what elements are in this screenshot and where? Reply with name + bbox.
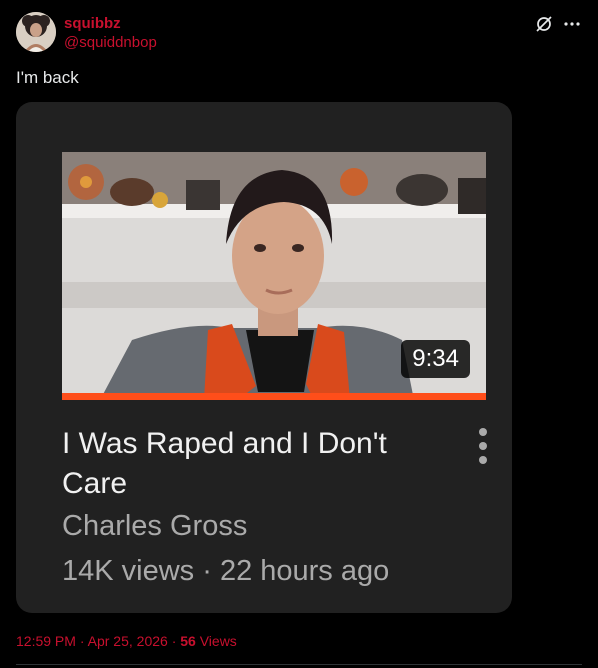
post-footer: 12:59 PM · Apr 25, 2026 · 56 Views (16, 632, 237, 650)
channel-name[interactable]: Charles Gross (62, 508, 247, 544)
more-icon[interactable] (562, 14, 582, 34)
avatar[interactable] (16, 12, 56, 52)
video-title[interactable]: I Was Raped and I Don't Care (62, 424, 442, 504)
views-label: Views (199, 633, 237, 649)
grok-icon[interactable] (534, 14, 554, 34)
video-thumbnail[interactable]: 9:34 (62, 152, 486, 400)
separator-dot: · (171, 633, 177, 649)
post-date[interactable]: Apr 25, 2026 (88, 633, 168, 649)
display-name[interactable]: squibbz (64, 15, 157, 33)
post-text: I'm back (16, 68, 79, 87)
divider (16, 664, 582, 665)
post-header: squibbz @squiddnbop (16, 12, 582, 56)
views-count: 56 (180, 633, 196, 649)
kebab-menu-icon[interactable] (471, 428, 495, 468)
video-progress-bar (62, 393, 486, 400)
post-time[interactable]: 12:59 PM (16, 633, 76, 649)
separator-dot: · (79, 633, 85, 649)
video-duration-badge: 9:34 (401, 340, 470, 378)
video-meta: 14K views · 22 hours ago (62, 555, 390, 587)
embedded-video-card[interactable]: 9:34 I Was Raped and I Don't Care Charle… (16, 102, 512, 613)
user-handle[interactable]: @squiddnbop (64, 33, 157, 53)
